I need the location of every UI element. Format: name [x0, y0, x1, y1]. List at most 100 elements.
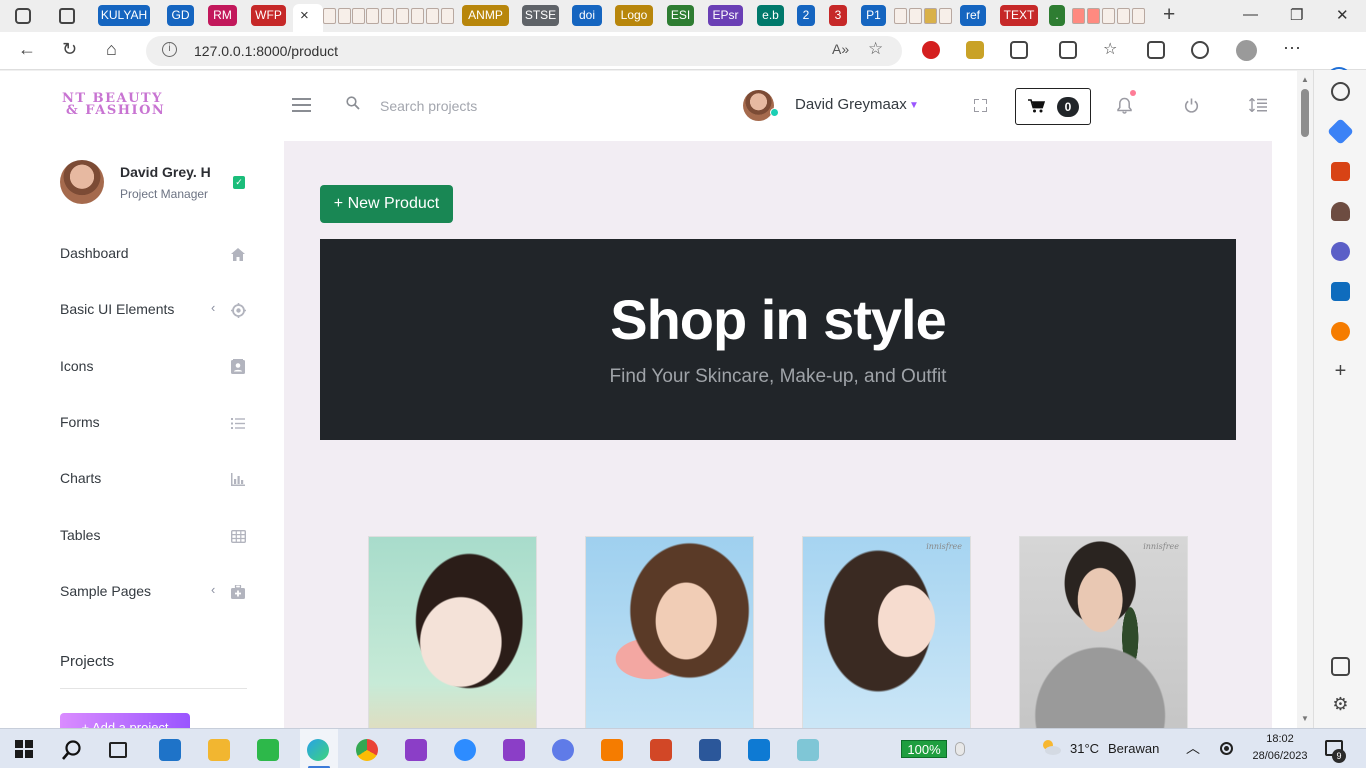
zoom-level-badge[interactable]: 100%: [901, 740, 947, 758]
product-card[interactable]: [368, 536, 537, 728]
new-product-button[interactable]: + New Product: [320, 185, 453, 223]
pinned-tab-icon[interactable]: [352, 8, 365, 24]
extensions-puzzle-icon[interactable]: [1010, 41, 1028, 59]
visual-studio-icon[interactable]: [503, 739, 525, 761]
touch-icon[interactable]: [955, 742, 965, 756]
extension-icon[interactable]: [966, 41, 984, 59]
powerpoint-icon[interactable]: [650, 739, 672, 761]
product-card[interactable]: innisfree: [802, 536, 971, 728]
search-icon[interactable]: [1331, 82, 1350, 101]
refresh-icon[interactable]: ↻: [62, 39, 77, 60]
pinned-tab-icon[interactable]: [396, 8, 409, 24]
site-info-icon[interactable]: i: [162, 42, 177, 57]
vscode-icon[interactable]: [748, 739, 770, 761]
xampp-icon[interactable]: [601, 739, 623, 761]
pinned-tab-icon[interactable]: [1072, 8, 1085, 24]
tab-esi[interactable]: ESI: [667, 5, 694, 26]
avatar[interactable]: [60, 160, 104, 204]
tab-actions-icon[interactable]: [59, 8, 75, 24]
app-icon[interactable]: [552, 739, 574, 761]
microsoft-365-icon[interactable]: [1331, 242, 1350, 261]
bell-icon[interactable]: [1117, 97, 1132, 114]
file-explorer-icon[interactable]: [208, 739, 230, 761]
minimize-button[interactable]: —: [1243, 6, 1258, 23]
weather-temperature[interactable]: 31°C: [1070, 741, 1099, 756]
line-app-icon[interactable]: [257, 739, 279, 761]
shopping-tag-icon[interactable]: [1327, 118, 1354, 145]
restore-button[interactable]: ❐: [1290, 6, 1303, 24]
pinned-tab-icon[interactable]: [1117, 8, 1130, 24]
pinned-tab-icon[interactable]: [894, 8, 907, 24]
tab-2[interactable]: 2: [797, 5, 815, 26]
cart-button[interactable]: 0: [1015, 88, 1091, 125]
pinned-tab-icon[interactable]: [426, 8, 439, 24]
chrome-icon[interactable]: [356, 739, 378, 761]
word-icon[interactable]: [699, 739, 721, 761]
sidebar-item-charts[interactable]: Charts: [60, 468, 250, 492]
sidebar-item-dashboard[interactable]: Dashboard: [60, 243, 250, 267]
scroll-up-arrow-icon[interactable]: ▲: [1301, 75, 1309, 84]
pinned-tab-icon[interactable]: [323, 8, 336, 24]
mail-icon[interactable]: [159, 739, 181, 761]
format-line-spacing-icon[interactable]: [1249, 97, 1267, 113]
pinned-tab-icon[interactable]: [366, 8, 379, 24]
tab-doi[interactable]: doi: [572, 5, 602, 26]
pinned-tab-icon[interactable]: [411, 8, 424, 24]
outlook-icon[interactable]: [1331, 282, 1350, 301]
notepad-icon[interactable]: [797, 739, 819, 761]
tab-gd[interactable]: GD: [167, 5, 194, 26]
settings-menu-icon[interactable]: ···: [1283, 37, 1301, 58]
avatar[interactable]: [743, 90, 774, 121]
pinned-tab-icon[interactable]: [1087, 8, 1100, 24]
pinned-tab-icon[interactable]: [441, 8, 454, 24]
clock-time[interactable]: 18:02: [1249, 733, 1311, 745]
sidebar-item-basic-ui-elements[interactable]: Basic UI Elements ‹: [60, 299, 250, 323]
hide-sidebar-icon[interactable]: [1331, 657, 1350, 676]
fullscreen-icon[interactable]: [974, 99, 987, 112]
tab-close-icon[interactable]: ×: [300, 7, 309, 24]
tab-epsr[interactable]: EPsr: [708, 5, 743, 26]
tab-ref[interactable]: ref: [960, 5, 986, 26]
pinned-tab-icon[interactable]: [939, 8, 952, 24]
profile-dropdown-name[interactable]: David Greymaax: [795, 96, 907, 113]
scroll-down-arrow-icon[interactable]: ▼: [1301, 714, 1309, 723]
tab-rm[interactable]: RM: [208, 5, 237, 26]
menu-toggle-icon[interactable]: [292, 98, 311, 112]
tab-stse[interactable]: STSE: [522, 5, 559, 26]
windows-start-icon[interactable]: [15, 740, 33, 758]
page-scrollbar[interactable]: ▲ ▼: [1297, 71, 1313, 728]
tab-3[interactable]: 3: [829, 5, 847, 26]
brand-logo[interactable]: NT BEAUTY & FASHION: [62, 92, 202, 117]
product-card[interactable]: innisfree: [1019, 536, 1188, 728]
pinned-tab-icon[interactable]: [381, 8, 394, 24]
read-aloud-icon[interactable]: A»: [832, 41, 849, 57]
tab-kulyah[interactable]: KULYAH: [98, 5, 150, 26]
tab-wfp[interactable]: WFP: [251, 5, 286, 26]
browser-essentials-icon[interactable]: [1191, 41, 1209, 59]
sidebar-settings-gear-icon[interactable]: ⚙: [1331, 695, 1350, 714]
favorites-icon[interactable]: ☆: [1103, 41, 1121, 59]
tools-briefcase-icon[interactable]: [1331, 162, 1350, 181]
task-view-icon[interactable]: [109, 742, 127, 758]
home-icon[interactable]: ⌂: [106, 39, 117, 60]
record-icon[interactable]: [1220, 742, 1233, 755]
profile-icon[interactable]: [1236, 40, 1257, 61]
pinned-tab-icon[interactable]: [1132, 8, 1145, 24]
games-icon[interactable]: [1331, 202, 1350, 221]
close-window-button[interactable]: ✕: [1336, 6, 1349, 24]
tab-dot[interactable]: .: [1049, 5, 1065, 26]
tab-logo[interactable]: Logo: [615, 5, 653, 26]
pinned-tab-icon[interactable]: [909, 8, 922, 24]
url-text[interactable]: 127.0.0.1:8000/product: [194, 43, 338, 59]
weather-description[interactable]: Berawan: [1108, 741, 1159, 756]
workspaces-icon[interactable]: [15, 8, 31, 24]
tab-p1[interactable]: P1: [861, 5, 886, 26]
sidebar-item-tables[interactable]: Tables: [60, 525, 250, 549]
edge-browser-icon[interactable]: [307, 739, 329, 761]
search-icon[interactable]: [61, 739, 83, 761]
favorite-star-icon[interactable]: ☆: [868, 39, 883, 59]
power-icon[interactable]: [1184, 98, 1199, 113]
new-tab-button[interactable]: +: [1163, 3, 1175, 27]
split-screen-icon[interactable]: [1059, 41, 1077, 59]
pinned-tab-icon[interactable]: [924, 8, 937, 24]
